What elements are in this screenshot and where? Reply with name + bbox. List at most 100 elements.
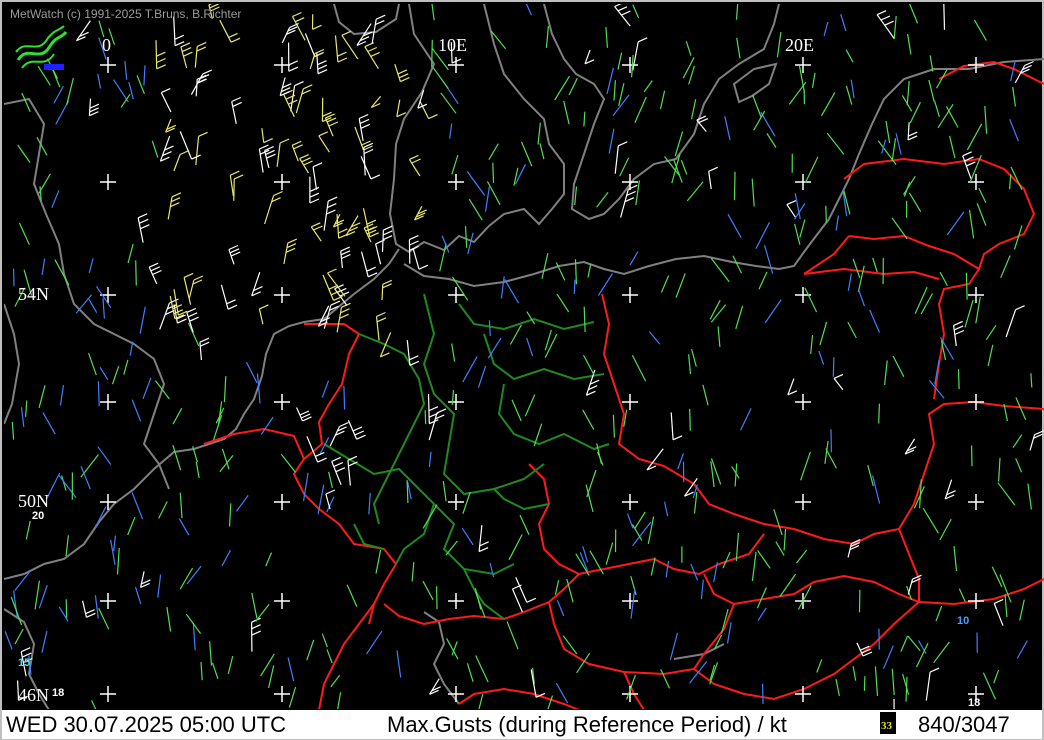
wind-barb xyxy=(796,549,808,564)
wind-barb xyxy=(545,26,549,48)
wind-barb xyxy=(966,123,983,151)
wind-barb xyxy=(366,266,376,272)
wind-barb xyxy=(847,543,852,558)
wind-barb xyxy=(630,576,637,596)
wind-barb xyxy=(612,414,615,438)
wind-barb xyxy=(982,672,997,700)
wind-barb xyxy=(140,224,150,230)
wind-barb xyxy=(504,279,520,304)
wind-barb xyxy=(339,313,349,319)
wind-barb xyxy=(312,24,322,30)
wind-barb xyxy=(751,178,755,207)
wind-barb xyxy=(562,635,578,655)
wind-barb xyxy=(1009,174,1012,190)
wind-barb xyxy=(317,60,327,66)
wind-barb xyxy=(356,434,366,440)
wind-barb xyxy=(82,600,87,618)
wind-barb xyxy=(902,175,916,196)
wind-barb xyxy=(958,588,966,602)
wind-barb xyxy=(962,151,972,157)
wind-barb xyxy=(596,451,604,466)
wind-barb xyxy=(323,201,329,231)
wind-barb xyxy=(1015,458,1023,473)
wind-barb xyxy=(953,546,958,572)
wind-barb xyxy=(291,140,302,146)
wind-barb xyxy=(376,317,387,323)
wind-barb xyxy=(375,243,382,265)
latitude-label-50n: 50N xyxy=(18,491,49,511)
wind-barb xyxy=(285,247,296,253)
wind-barb xyxy=(411,158,421,164)
wind-barb xyxy=(554,580,560,595)
wind-barb xyxy=(94,506,107,529)
wind-barb xyxy=(446,638,459,660)
wind-barb xyxy=(733,171,736,201)
wind-barb xyxy=(202,69,212,75)
wind-barb xyxy=(800,451,811,481)
wind-barb xyxy=(195,79,198,97)
wind-barb xyxy=(736,37,741,59)
wind-barb xyxy=(221,448,230,470)
wind-barb xyxy=(631,54,634,78)
station-value: 10 xyxy=(957,615,970,627)
wind-barb xyxy=(51,190,60,209)
wind-barb xyxy=(156,64,166,70)
wind-barb xyxy=(172,407,183,425)
wind-barb xyxy=(264,195,275,225)
wind-barb xyxy=(691,348,697,367)
wind-barb xyxy=(985,324,997,341)
credit-text: MetWatch (c) 1991-2025 T.Bruns, B.Richte… xyxy=(10,7,242,21)
wind-barb xyxy=(363,223,374,229)
wind-barb xyxy=(383,225,393,231)
wind-barb xyxy=(461,527,474,546)
wind-barb xyxy=(953,325,957,347)
wind-barb xyxy=(1000,255,1011,279)
wind-barb xyxy=(88,258,94,273)
wind-barb xyxy=(400,77,410,83)
wind-barb xyxy=(65,535,69,557)
wind-barb xyxy=(682,57,695,79)
wind-barb xyxy=(515,577,528,603)
weather-map[interactable] xyxy=(4,4,1044,710)
wind-barb xyxy=(618,141,628,147)
wind-barb xyxy=(929,667,940,673)
wind-barb xyxy=(751,552,757,582)
wind-barb xyxy=(957,369,960,390)
wind-barb xyxy=(59,385,65,406)
wind-barb xyxy=(478,547,489,553)
map-frame[interactable]: MetWatch (c) 1991-2025 T.Bruns, B.Richte… xyxy=(0,0,1044,740)
wind-barb xyxy=(933,641,950,664)
wind-barb xyxy=(328,471,333,489)
wind-barb xyxy=(340,308,350,314)
wind-barb xyxy=(1015,305,1025,311)
wind-barb xyxy=(586,469,597,498)
wind-barb xyxy=(659,90,666,110)
wind-barb xyxy=(213,415,223,440)
wind-barb xyxy=(478,525,483,552)
wind-barb xyxy=(288,60,298,66)
wind-barb xyxy=(198,131,208,137)
wind-barb xyxy=(317,64,328,70)
wind-barb xyxy=(987,344,994,367)
wind-barb xyxy=(221,549,231,567)
wind-barb xyxy=(66,77,74,105)
wind-barb xyxy=(131,399,142,422)
wind-barb xyxy=(370,174,381,180)
wind-barb xyxy=(917,640,927,654)
wind-barb xyxy=(331,456,341,462)
wind-barb xyxy=(245,361,258,384)
wind-barb xyxy=(891,668,895,696)
wind-barb xyxy=(1005,309,1017,338)
wind-barb xyxy=(539,143,545,160)
station-value: 18 xyxy=(968,697,981,709)
wind-barb xyxy=(99,366,109,381)
wind-barb xyxy=(158,501,168,519)
wind-barb xyxy=(850,79,855,99)
wind-barb xyxy=(617,52,623,70)
metwatch-logo-icon[interactable] xyxy=(14,24,68,72)
wind-barb xyxy=(693,491,698,514)
wind-barb xyxy=(41,258,46,276)
wind-barb xyxy=(442,481,447,502)
wind-barb xyxy=(428,406,439,412)
wind-barb xyxy=(555,682,569,704)
